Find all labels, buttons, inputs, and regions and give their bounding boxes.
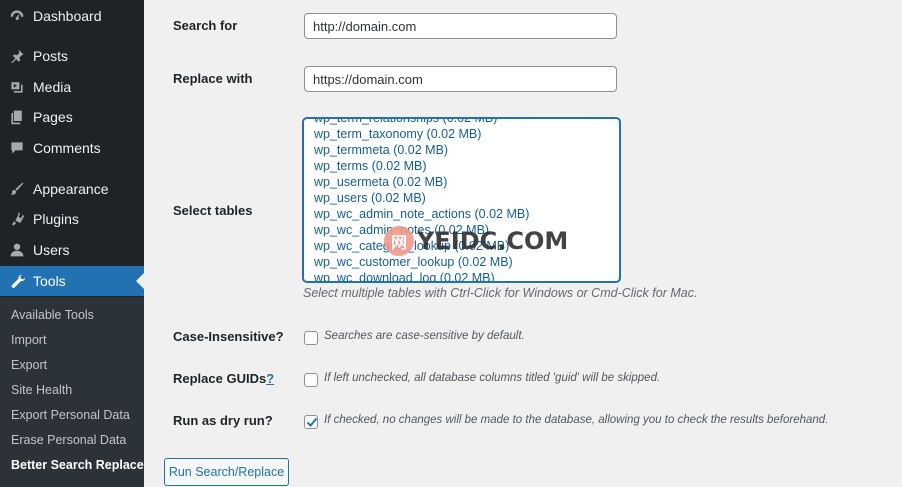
sidebar-item-label: Media	[33, 79, 72, 95]
dry-run-checkbox[interactable]	[304, 415, 318, 429]
watermark: 网 YEIDC.COM	[384, 226, 568, 256]
sidebar-item-label: Pages	[33, 109, 73, 125]
sidebar-item-label: Comments	[33, 140, 101, 156]
sidebar-item-label: Plugins	[33, 211, 79, 227]
sidebar-item-label: Posts	[33, 48, 69, 64]
search-input[interactable]	[304, 13, 617, 39]
submenu-item-import[interactable]: Import	[11, 333, 46, 347]
replace-guids-label: Replace GUIDs?	[173, 371, 274, 386]
current-menu-arrow	[136, 273, 144, 289]
table-option[interactable]: wp_term_relationships (0.02 MB)	[314, 119, 529, 126]
sidebar-item-plugins[interactable]: Plugins	[0, 204, 144, 234]
search-for-label: Search for	[173, 18, 238, 33]
table-option[interactable]: wp_terms (0.02 MB)	[314, 158, 529, 174]
table-option[interactable]: wp_term_taxonomy (0.02 MB)	[314, 126, 529, 142]
tables-multiselect[interactable]: wp_term_relationships (0.02 MB) wp_term_t…	[303, 118, 620, 282]
submenu-item-better-search-replace[interactable]: Better Search Replace	[11, 458, 144, 472]
dry-run-label: Run as dry run?	[173, 413, 273, 428]
sidebar-item-label: Appearance	[33, 181, 109, 197]
admin-sidebar: Dashboard Posts Media Pages Comments App…	[0, 0, 144, 487]
sidebar-item-comments[interactable]: Comments	[0, 133, 144, 163]
replace-guids-checkbox[interactable]	[304, 373, 318, 387]
sidebar-item-appearance[interactable]: Appearance	[0, 174, 144, 204]
sidebar-item-label: Users	[33, 242, 70, 258]
sidebar-item-dashboard[interactable]: Dashboard	[0, 1, 144, 31]
submenu-item-available-tools[interactable]: Available Tools	[11, 308, 94, 322]
submenu-item-export-personal-data[interactable]: Export Personal Data	[11, 408, 130, 422]
tables-hint: Select multiple tables with Ctrl-Click f…	[303, 286, 698, 300]
submenu-item-export[interactable]: Export	[11, 358, 47, 372]
table-option[interactable]: wp_wc_admin_note_actions (0.02 MB)	[314, 206, 529, 222]
sidebar-item-label: Tools	[33, 273, 66, 289]
case-insensitive-description: Searches are case-sensitive by default.	[324, 330, 525, 342]
dashboard-icon	[8, 7, 26, 25]
submenu-item-site-health[interactable]: Site Health	[11, 383, 72, 397]
submenu-item-erase-personal-data[interactable]: Erase Personal Data	[11, 433, 126, 447]
table-option[interactable]: wp_users (0.02 MB)	[314, 190, 529, 206]
watermark-logo: 网	[384, 226, 414, 256]
case-insensitive-label: Case-Insensitive?	[173, 329, 284, 344]
sidebar-item-users[interactable]: Users	[0, 235, 144, 265]
table-option[interactable]: wp_wc_download_log (0.02 MB)	[314, 270, 529, 281]
checkmark-icon	[306, 417, 318, 427]
tools-submenu: Available Tools Import Export Site Healt…	[0, 297, 144, 487]
pin-icon	[8, 47, 26, 65]
select-tables-label: Select tables	[173, 203, 253, 218]
sidebar-item-posts[interactable]: Posts	[0, 41, 144, 71]
replace-input[interactable]	[304, 66, 617, 92]
case-insensitive-checkbox[interactable]	[304, 331, 318, 345]
pages-icon	[8, 108, 26, 126]
comment-icon	[8, 139, 26, 157]
table-option[interactable]: wp_termmeta (0.02 MB)	[314, 142, 529, 158]
brush-icon	[8, 180, 26, 198]
table-option[interactable]: wp_wc_customer_lookup (0.02 MB)	[314, 254, 529, 270]
replace-guids-description: If left unchecked, all database columns …	[324, 372, 661, 384]
watermark-text: YEIDC.COM	[417, 227, 569, 255]
user-icon	[8, 241, 26, 259]
tables-option-list: wp_term_relationships (0.02 MB) wp_term_t…	[314, 119, 529, 281]
plugin-icon	[8, 210, 26, 228]
sidebar-item-label: Dashboard	[33, 8, 102, 24]
wrench-icon	[8, 272, 26, 290]
run-search-replace-button[interactable]: Run Search/Replace	[164, 458, 289, 486]
replace-guids-text: Replace GUIDs	[173, 371, 267, 386]
sidebar-item-media[interactable]: Media	[0, 72, 144, 102]
sidebar-item-pages[interactable]: Pages	[0, 102, 144, 132]
media-icon	[8, 78, 26, 96]
sidebar-item-tools[interactable]: Tools	[0, 266, 144, 296]
table-option[interactable]: wp_usermeta (0.02 MB)	[314, 174, 529, 190]
guid-help-link[interactable]: ?	[266, 371, 274, 386]
dry-run-description: If checked, no changes will be made to t…	[324, 414, 829, 426]
replace-with-label: Replace with	[173, 71, 253, 86]
